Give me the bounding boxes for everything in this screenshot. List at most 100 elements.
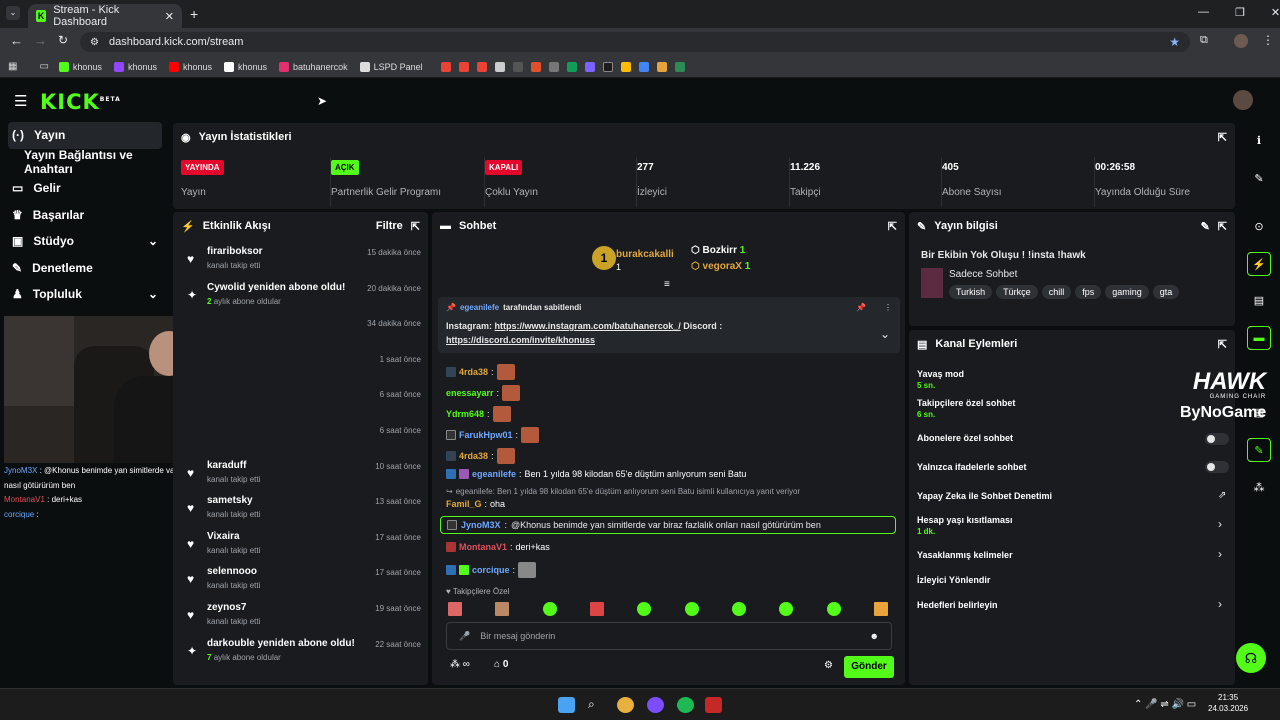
- chevron-right-icon[interactable]: ›: [1218, 597, 1222, 611]
- leader-name[interactable]: burakcakalli: [616, 249, 674, 260]
- action-emote-only[interactable]: Yalnızca ifadelerle sohbet: [917, 462, 1027, 472]
- clock[interactable]: 21:35 24.03.2026: [1208, 692, 1248, 714]
- emoji-icon[interactable]: ☻: [870, 631, 879, 641]
- emote[interactable]: [637, 602, 652, 616]
- app-icon[interactable]: [705, 697, 722, 713]
- forms-icon[interactable]: [584, 61, 595, 72]
- activity-name[interactable]: selennooo: [207, 566, 257, 577]
- app-icon[interactable]: [548, 61, 559, 72]
- popout-icon[interactable]: ⇱: [888, 220, 897, 233]
- emote[interactable]: [495, 602, 510, 616]
- close-window-icon[interactable]: ✕: [1271, 6, 1280, 19]
- unpin-icon[interactable]: 📌: [856, 303, 866, 312]
- browser-tab[interactable]: K Stream - Kick Dashboard ✕: [28, 4, 182, 28]
- activity-name[interactable]: Vixaira: [207, 531, 240, 542]
- chat-settings-icon[interactable]: ⚙: [824, 660, 833, 671]
- menu-dots-icon[interactable]: ⋮: [1262, 33, 1274, 47]
- tab-close-icon[interactable]: ✕: [165, 10, 174, 23]
- leader-name[interactable]: ⬡ Bozkirr 1: [691, 245, 745, 256]
- expand-icon[interactable]: ≡: [664, 279, 670, 290]
- emote[interactable]: [873, 602, 888, 616]
- bookmark-item[interactable]: LSPD Panel: [359, 61, 423, 72]
- filter-button[interactable]: Filtre: [376, 220, 403, 232]
- app-icon[interactable]: [656, 61, 667, 72]
- tab-list-icon[interactable]: ⌄: [6, 6, 20, 20]
- action-sub-only[interactable]: Abonelere özel sohbet: [917, 433, 1013, 443]
- sidebar-item-stream-key[interactable]: Yayın Bağlantısı ve Anahtarı: [0, 148, 170, 176]
- send-button[interactable]: Gönder: [844, 656, 894, 678]
- emote-only-toggle[interactable]: [1205, 461, 1229, 473]
- chat-bubble-icon[interactable]: ▬: [1247, 326, 1271, 350]
- action-account-age[interactable]: Hesap yaşı kısıtlaması 1 dk.: [917, 515, 1013, 536]
- tag-chip[interactable]: Türkçe: [996, 285, 1038, 299]
- apps-grid-icon[interactable]: ▦: [8, 61, 17, 72]
- hamburger-menu-icon[interactable]: ☰: [14, 92, 27, 110]
- info-icon[interactable]: ℹ: [1247, 128, 1271, 152]
- gmail-icon[interactable]: [440, 61, 451, 72]
- tag-chip[interactable]: gta: [1152, 285, 1180, 299]
- bookmark-item[interactable]: khonus: [58, 61, 102, 72]
- profile-avatar[interactable]: [1234, 34, 1248, 48]
- action-slow-mode[interactable]: Yavaş mod 5 sn.: [917, 369, 964, 390]
- bookmark-item[interactable]: khonus: [168, 61, 212, 72]
- kick-logo[interactable]: KICKBETA: [40, 90, 121, 114]
- bookmark-item[interactable]: khonus: [224, 61, 267, 72]
- app-icon[interactable]: [530, 61, 541, 72]
- emote[interactable]: [779, 602, 794, 616]
- tray-icons[interactable]: ⌃ 🎤 ⇌ 🔊 ▭: [1134, 699, 1196, 710]
- search-icon[interactable]: ⌕: [588, 697, 605, 713]
- more-options-icon[interactable]: ⋮: [884, 303, 892, 312]
- sub-only-toggle[interactable]: [1205, 433, 1229, 445]
- app-icon[interactable]: [620, 61, 631, 72]
- tag-chip[interactable]: fps: [1075, 285, 1102, 299]
- activity-name[interactable]: darkouble yeniden abone oldu!: [207, 638, 355, 649]
- emote[interactable]: [448, 602, 462, 616]
- popout-icon[interactable]: ⇱: [1218, 338, 1227, 351]
- popout-icon[interactable]: ⇱: [1218, 220, 1227, 233]
- back-icon[interactable]: ←: [10, 33, 23, 48]
- sheets-icon[interactable]: [566, 61, 577, 72]
- discord-icon[interactable]: [647, 697, 664, 713]
- app-icon[interactable]: [674, 61, 685, 72]
- capture-icon[interactable]: ⊙: [1247, 214, 1271, 238]
- action-ai-moderation[interactable]: Yapay Zeka ile Sohbet Denetimi: [917, 491, 1052, 501]
- spotify-icon[interactable]: [677, 697, 694, 713]
- chevron-down-icon[interactable]: ⌄: [880, 327, 890, 341]
- emote[interactable]: [684, 602, 699, 616]
- chrome-icon[interactable]: [617, 697, 634, 713]
- mic-icon[interactable]: 🎤: [459, 631, 470, 642]
- app-icon[interactable]: [602, 61, 613, 72]
- action-goals[interactable]: Hedefleri belirleyin: [917, 600, 998, 610]
- start-icon[interactable]: [558, 697, 575, 713]
- user-avatar[interactable]: [1233, 90, 1253, 110]
- action-raid[interactable]: İzleyici Yönlendir: [917, 575, 990, 585]
- gmail-icon[interactable]: [458, 61, 469, 72]
- external-link-icon[interactable]: ⇗: [1218, 490, 1226, 501]
- emote[interactable]: [542, 602, 557, 616]
- activity-name[interactable]: Cywolid yeniden abone oldu!: [207, 282, 345, 293]
- minimize-icon[interactable]: —: [1198, 6, 1209, 19]
- docs-icon[interactable]: [494, 61, 505, 72]
- bookmark-item[interactable]: khonus: [113, 61, 157, 72]
- site-info-icon[interactable]: ⚙: [90, 37, 99, 48]
- sidebar-item-denetleme[interactable]: ✎ Denetleme: [0, 255, 170, 282]
- edit-icon[interactable]: ✎: [1247, 166, 1271, 190]
- share-icon[interactable]: ⁂ ∞: [450, 659, 470, 670]
- emote[interactable]: [589, 602, 604, 616]
- action-follower-only[interactable]: Takipçilere özel sohbet 6 sn.: [917, 398, 1015, 419]
- folder-icon[interactable]: ▭: [39, 61, 48, 72]
- emote[interactable]: [826, 602, 841, 616]
- wrench-icon[interactable]: ✎: [1247, 438, 1271, 462]
- sidebar-item-yayin[interactable]: (·) Yayın: [8, 122, 162, 149]
- reload-icon[interactable]: ↻: [58, 33, 68, 47]
- sidebar-item-studyo[interactable]: ▣ Stüdyo ⌄: [0, 228, 170, 255]
- sidebar-item-basarilar[interactable]: ♛ Başarılar: [0, 202, 170, 229]
- edit-icon[interactable]: ✎: [1201, 220, 1210, 233]
- app-icon[interactable]: [512, 61, 523, 72]
- chevron-right-icon[interactable]: ›: [1218, 547, 1222, 561]
- activity-name[interactable]: firariboksor: [207, 246, 263, 257]
- bookmark-star-icon[interactable]: ★: [1169, 35, 1180, 49]
- popout-icon[interactable]: ⇱: [1218, 131, 1227, 144]
- activity-name[interactable]: zeynos7: [207, 602, 246, 613]
- bolt-icon[interactable]: ⚡: [1247, 252, 1271, 276]
